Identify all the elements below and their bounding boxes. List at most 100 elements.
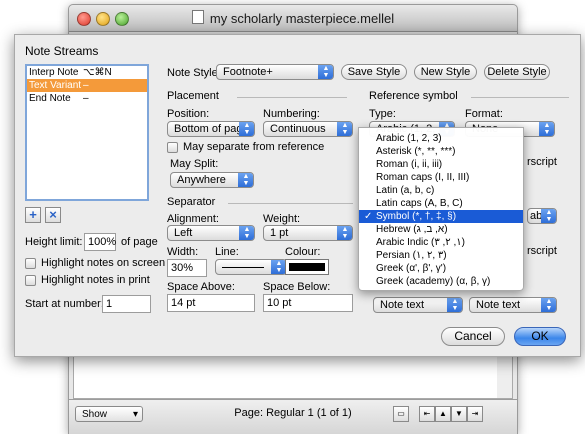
- colour-swatch: [289, 263, 325, 271]
- may-separate-label: May separate from reference: [183, 141, 325, 153]
- stream-item-interp-note[interactable]: Interp Note ⌥⌘N: [27, 66, 147, 79]
- first-page-icon[interactable]: ⇤: [419, 406, 435, 422]
- separator-divider: [228, 203, 353, 204]
- page-view-button[interactable]: ▭: [393, 406, 409, 422]
- menu-item-latin-caps[interactable]: Latin caps (A, B, C): [359, 197, 523, 210]
- streams-list[interactable]: Interp Note ⌥⌘N Text Variant – End Note –: [25, 64, 149, 201]
- position-label: Position:: [167, 108, 210, 120]
- stream-shortcut: –: [83, 80, 89, 91]
- separator-title: Separator: [167, 196, 216, 208]
- note-text-value-2: Note text: [476, 299, 521, 311]
- menu-item-symbol[interactable]: ✓ Symbol (*, †, ‡, §): [359, 210, 523, 223]
- line-sample: [222, 267, 264, 268]
- width-field[interactable]: 30%: [167, 259, 207, 277]
- stream-name: Interp Note: [29, 67, 79, 78]
- superscript-label-2: rscript: [527, 245, 557, 257]
- numbering-label: Numbering:: [263, 108, 320, 120]
- window-title: my scholarly masterpiece.mellel: [69, 10, 517, 26]
- plus-icon[interactable]: +: [25, 207, 41, 223]
- document-icon: [191, 10, 204, 24]
- window-title-text: my scholarly masterpiece.mellel: [209, 11, 395, 26]
- weight-value: 1 pt: [270, 227, 289, 239]
- placement-divider: [237, 97, 347, 98]
- note-text-style-popup-1[interactable]: Note text ▲ ▼: [373, 297, 463, 313]
- space-below-field[interactable]: 10 pt: [263, 294, 353, 312]
- last-page-icon[interactable]: ⇥: [467, 406, 483, 422]
- height-limit-suffix: of page: [121, 236, 158, 248]
- height-limit-field[interactable]: 100%: [84, 233, 116, 251]
- popup-arrows-icon: ▲▼: [239, 226, 254, 240]
- cancel-button[interactable]: Cancel: [441, 327, 505, 346]
- popup-arrows-icon: ▲▼: [541, 209, 556, 223]
- note-style-popup[interactable]: Footnote+ ▲ ▼: [216, 64, 334, 80]
- popup-arrows-icon: ▲▼: [337, 226, 352, 240]
- x-icon[interactable]: ×: [45, 207, 61, 223]
- reference-type-menu[interactable]: Arabic (1, 2, 3) Asterisk (*, **, ***) R…: [358, 127, 524, 291]
- menu-item-arabic-indic[interactable]: Arabic Indic (١, ٢, ٣): [359, 236, 523, 249]
- menu-item-hebrew[interactable]: Hebrew (א, ב, ג): [359, 223, 523, 236]
- space-below-label: Space Below:: [263, 281, 331, 293]
- start-at-label: Start at number:: [25, 298, 104, 310]
- space-above-field[interactable]: 14 pt: [167, 294, 255, 312]
- stream-name: Text Variant: [29, 80, 82, 91]
- placement-title: Placement: [167, 90, 219, 102]
- sheet-title: Note Streams: [25, 44, 99, 58]
- ok-button[interactable]: OK: [514, 327, 566, 346]
- menu-item-roman[interactable]: Roman (i, ii, iii): [359, 158, 523, 171]
- colour-well[interactable]: [285, 259, 329, 275]
- stream-shortcut: ⌥⌘N: [83, 67, 112, 78]
- note-text-style-popup-2[interactable]: Note text ▲ ▼: [469, 297, 557, 313]
- numbering-value: Continuous: [270, 123, 326, 135]
- weight-label: Weight:: [263, 213, 301, 225]
- may-split-value: Anywhere: [177, 174, 226, 186]
- note-style-value: Footnote+: [223, 66, 273, 78]
- save-style-button[interactable]: Save Style: [341, 64, 407, 80]
- popup-arrows-icon: ▲▼: [239, 122, 254, 136]
- highlight-print-label: Highlight notes in print: [41, 274, 150, 286]
- may-separate-checkbox[interactable]: [167, 142, 178, 153]
- superscript-label-1: rscript: [527, 156, 557, 168]
- menu-item-persian[interactable]: Persian (۱, ۲, ۳): [359, 249, 523, 262]
- menu-item-greek-academy[interactable]: Greek (academy) (α, β, γ): [359, 275, 523, 288]
- stream-shortcut: –: [83, 93, 89, 104]
- document-titlebar: my scholarly masterpiece.mellel: [69, 5, 517, 32]
- reference-symbol-title: Reference symbol: [369, 90, 458, 102]
- height-limit-label: Height limit:: [25, 236, 83, 248]
- weight-popup[interactable]: 1 pt ▲ ▼: [263, 225, 353, 241]
- menu-item-roman-caps[interactable]: Roman caps (I, II, III): [359, 171, 523, 184]
- position-value: Bottom of page: [174, 123, 249, 135]
- previous-page-icon[interactable]: ▲: [435, 406, 451, 422]
- highlight-screen-checkbox[interactable]: [25, 258, 36, 269]
- popup-arrows-icon: ▲▼: [337, 122, 352, 136]
- delete-style-button[interactable]: Delete Style: [484, 64, 550, 80]
- tab-popup[interactable]: ab ▲ ▼: [527, 208, 557, 224]
- position-popup[interactable]: Bottom of page ▲ ▼: [167, 121, 255, 137]
- stream-item-text-variant[interactable]: Text Variant –: [27, 79, 147, 92]
- line-label: Line:: [215, 246, 239, 258]
- menu-item-latin[interactable]: Latin (a, b, c): [359, 184, 523, 197]
- note-style-label: Note Style:: [167, 67, 221, 79]
- highlight-print-checkbox[interactable]: [25, 275, 36, 286]
- may-split-popup[interactable]: Anywhere ▲ ▼: [170, 172, 254, 188]
- stream-item-end-note[interactable]: End Note –: [27, 92, 147, 105]
- start-at-field[interactable]: 1: [102, 295, 151, 313]
- stream-name: End Note: [29, 93, 71, 104]
- reference-divider: [471, 97, 569, 98]
- alignment-popup[interactable]: Left ▲ ▼: [167, 225, 255, 241]
- may-split-label: May Split:: [170, 158, 219, 170]
- space-above-label: Space Above:: [167, 281, 235, 293]
- next-page-icon[interactable]: ▼: [451, 406, 467, 422]
- alignment-label: Alignment:: [167, 213, 219, 225]
- numbering-popup[interactable]: Continuous ▲ ▼: [263, 121, 353, 137]
- menu-item-asterisk[interactable]: Asterisk (*, **, ***): [359, 145, 523, 158]
- popup-arrows-icon: ▲▼: [238, 173, 253, 187]
- width-label: Width:: [167, 246, 199, 258]
- new-style-button[interactable]: New Style: [414, 64, 477, 80]
- menu-item-greek[interactable]: Greek (α', β', γ'): [359, 262, 523, 275]
- highlight-screen-label: Highlight notes on screen: [41, 257, 166, 269]
- type-label: Type:: [369, 108, 396, 120]
- line-style-popup[interactable]: ▲ ▼: [215, 259, 287, 275]
- check-mark-icon: ✓: [364, 211, 373, 222]
- menu-item-arabic[interactable]: Arabic (1, 2, 3): [359, 132, 523, 145]
- popup-arrows-icon: ▲▼: [318, 65, 333, 79]
